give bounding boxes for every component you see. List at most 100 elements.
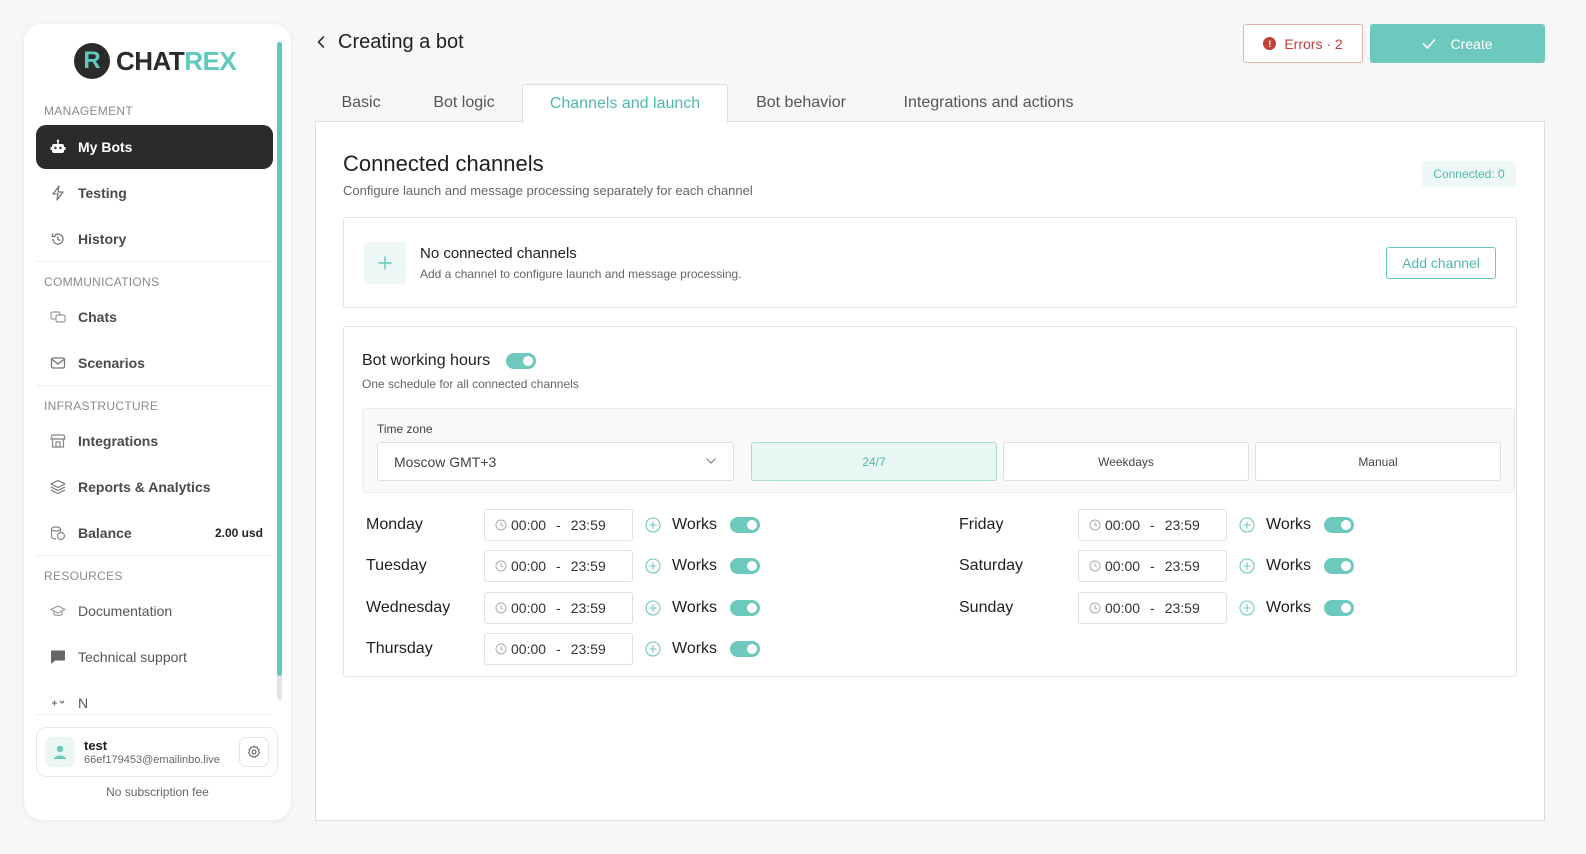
section-title: Connected channels	[343, 151, 544, 176]
timezone-label: Time zone	[377, 422, 433, 436]
sidebar-item-integrations[interactable]: Integrations	[36, 419, 273, 463]
sidebar-item-scenarios[interactable]: Scenarios	[36, 341, 273, 385]
plus-icon	[378, 256, 392, 270]
create-label: Create	[1450, 35, 1493, 52]
scrollbar-thumb[interactable]	[277, 42, 282, 676]
user-card[interactable]: test 66ef179453@emailinbo.live	[36, 727, 278, 777]
store-icon	[50, 434, 66, 448]
sidebar-item-label: Technical support	[78, 649, 187, 665]
time-range-monday[interactable]: 00:00-23:59	[484, 509, 633, 541]
mode-weekdays-button[interactable]: Weekdays	[1003, 442, 1249, 481]
time-range-friday[interactable]: 00:00-23:59	[1078, 509, 1227, 541]
page-title: Creating a bot	[338, 31, 464, 53]
timezone-select[interactable]: Moscow GMT+3	[377, 442, 734, 481]
history-icon	[51, 233, 64, 245]
sidebar-item-news[interactable]: N	[36, 681, 273, 714]
working-hours-card: Bot working hours One schedule for all c…	[343, 326, 1517, 677]
errors-label: Errors · 2	[1284, 35, 1343, 52]
settings-button[interactable]	[239, 737, 269, 767]
user-info: test 66ef179453@emailinbo.live	[84, 738, 220, 766]
layers-icon	[50, 479, 66, 495]
connected-count-badge: Connected: 0	[1422, 161, 1516, 187]
day-toggle-friday[interactable]	[1324, 517, 1354, 533]
section-label-management: MANAGEMENT	[44, 104, 134, 118]
clock-icon	[495, 519, 507, 531]
day-label-saturday: Saturday	[959, 557, 1024, 574]
works-label: Works	[672, 516, 718, 533]
day-label-tuesday: Tuesday	[366, 557, 427, 574]
tab-integrations-and-actions[interactable]: Integrations and actions	[897, 84, 1080, 122]
day-toggle-monday[interactable]	[730, 517, 760, 533]
day-toggle-saturday[interactable]	[1324, 558, 1354, 574]
graduation-cap-icon	[50, 605, 66, 616]
working-hours-toggle[interactable]	[506, 353, 536, 369]
balance-amount: 2.00 usd	[214, 526, 263, 540]
tab-bot-behavior[interactable]: Bot behavior	[752, 84, 850, 122]
user-icon	[54, 745, 66, 759]
add-interval-icon[interactable]	[1239, 558, 1255, 574]
coins-icon	[50, 526, 66, 541]
sidebar-item-label: Balance	[78, 525, 132, 541]
add-interval-icon[interactable]	[645, 600, 661, 616]
errors-button[interactable]: ! Errors · 2	[1243, 24, 1363, 63]
mode-manual-button[interactable]: Manual	[1255, 442, 1501, 481]
sidebar-item-history[interactable]: History	[36, 217, 273, 261]
section-subtitle: Configure launch and message processing …	[343, 183, 753, 198]
add-interval-icon[interactable]	[1239, 517, 1255, 533]
message-icon	[51, 650, 65, 664]
add-channel-tile[interactable]	[364, 242, 406, 284]
time-range-saturday[interactable]: 00:00-23:59	[1078, 550, 1227, 582]
works-label: Works	[1266, 516, 1312, 533]
sidebar-item-label: Scenarios	[78, 355, 145, 371]
timezone-area: Time zone Moscow GMT+3 24/7 Weekdays Man…	[362, 408, 1515, 493]
tab-channels-and-launch[interactable]: Channels and launch	[522, 84, 728, 123]
day-toggle-thursday[interactable]	[730, 641, 760, 657]
add-channel-button[interactable]: Add channel	[1386, 247, 1496, 279]
day-label-wednesday: Wednesday	[366, 599, 451, 616]
sidebar-item-my-bots[interactable]: My Bots	[36, 125, 273, 169]
time-range-tuesday[interactable]: 00:00-23:59	[484, 550, 633, 582]
sidebar-scrollbar[interactable]	[277, 42, 282, 700]
section-label-communications: COMMUNICATIONS	[44, 275, 160, 289]
avatar	[45, 737, 75, 767]
works-label: Works	[672, 557, 718, 574]
sidebar-item-balance[interactable]: Balance 2.00 usd	[36, 511, 273, 555]
add-interval-icon[interactable]	[645, 558, 661, 574]
day-toggle-wednesday[interactable]	[730, 600, 760, 616]
tab-basic[interactable]: Basic	[340, 84, 382, 122]
divider	[36, 261, 272, 262]
check-icon	[1423, 38, 1436, 49]
time-range-sunday[interactable]: 00:00-23:59	[1078, 592, 1227, 624]
add-interval-icon[interactable]	[645, 641, 661, 657]
add-interval-icon[interactable]	[645, 517, 661, 533]
day-label-monday: Monday	[366, 516, 423, 533]
day-toggle-tuesday[interactable]	[730, 558, 760, 574]
time-range-thursday[interactable]: 00:00-23:59	[484, 633, 633, 665]
add-interval-icon[interactable]	[1239, 600, 1255, 616]
tab-bot-logic[interactable]: Bot logic	[430, 84, 498, 122]
sidebar-item-documentation[interactable]: Documentation	[36, 589, 273, 633]
day-toggle-sunday[interactable]	[1324, 600, 1354, 616]
create-button[interactable]: Create	[1370, 24, 1545, 63]
sidebar-item-label: My Bots	[78, 139, 133, 155]
sidebar-item-label: N	[78, 695, 89, 711]
sidebar-item-testing[interactable]: Testing	[36, 171, 273, 215]
timezone-value: Moscow GMT+3	[394, 453, 497, 470]
back-chevron-icon[interactable]	[312, 33, 330, 51]
logo[interactable]: R CHATREX	[74, 43, 237, 79]
sidebar-item-technical-support[interactable]: Technical support	[36, 635, 273, 679]
clock-icon	[1089, 560, 1101, 572]
working-hours-subtitle: One schedule for all connected channels	[362, 377, 579, 391]
user-name: test	[84, 738, 108, 753]
divider	[36, 385, 272, 386]
sidebar-item-reports[interactable]: Reports & Analytics	[36, 465, 273, 509]
mode-24-7-button[interactable]: 24/7	[751, 442, 997, 481]
lightning-icon	[52, 185, 64, 201]
subscription-note: No subscription fee	[106, 785, 209, 799]
sidebar-item-label: Chats	[78, 309, 117, 325]
sidebar-item-chats[interactable]: Chats	[36, 295, 273, 339]
sidebar-item-label: History	[78, 231, 127, 247]
sidebar-item-label: Integrations	[78, 433, 159, 449]
time-range-wednesday[interactable]: 00:00-23:59	[484, 592, 633, 624]
clock-icon	[495, 602, 507, 614]
